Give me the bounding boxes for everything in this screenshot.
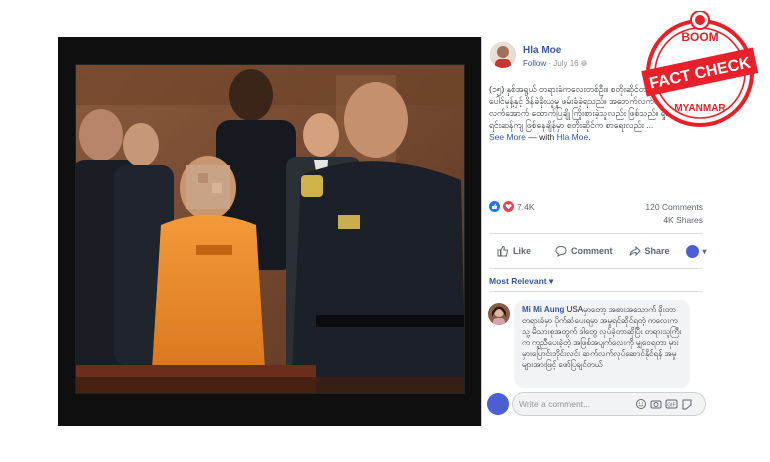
comment-button[interactable]: Comment	[555, 245, 613, 257]
sticker-icon[interactable]	[682, 399, 692, 410]
current-user-avatar	[487, 393, 509, 415]
comment-label: Comment	[571, 246, 613, 256]
boom-fact-check-logo: BOOM FACT CHECK MYANMAR	[637, 10, 763, 131]
globe-icon: 🌐︎	[580, 59, 588, 68]
commenter-avatar[interactable]	[488, 303, 510, 325]
like-button[interactable]: Like	[497, 245, 531, 257]
post-photo[interactable]	[75, 64, 465, 394]
action-bar: Like Comment Share ▾	[489, 238, 707, 264]
gif-icon[interactable]: GIF	[665, 399, 678, 409]
divider	[489, 233, 703, 234]
follow-link[interactable]: Follow	[523, 59, 546, 68]
with-text: — with	[525, 132, 557, 142]
like-reaction-icon	[489, 201, 500, 212]
shares-count[interactable]: 4K Shares	[645, 214, 703, 227]
like-label: Like	[513, 246, 532, 256]
comment-input[interactable]: Write a comment... GIF	[512, 392, 706, 416]
audience-selector[interactable]: ▾	[685, 244, 707, 258]
emoji-icon[interactable]	[636, 399, 646, 409]
share-button[interactable]: Share	[629, 245, 670, 257]
camera-icon[interactable]	[650, 400, 662, 409]
tagged-user-link[interactable]: Hla Moe.	[557, 132, 591, 142]
share-arrow-icon	[629, 245, 641, 257]
divider	[489, 268, 703, 269]
comment-bubble-icon	[555, 245, 567, 257]
post-meta: Follow · July 16 🌐︎	[523, 59, 587, 69]
comment-input-icons: GIF	[636, 399, 692, 410]
svg-text:GIF: GIF	[667, 403, 675, 409]
comment-author[interactable]: Mi Mi Aung	[522, 305, 564, 314]
reaction-count: 7.4K	[517, 201, 535, 212]
courtroom-photo	[76, 65, 464, 393]
comments-count[interactable]: 120 Comments	[645, 201, 703, 214]
person-icon	[490, 42, 516, 68]
chevron-down-icon: ▾	[702, 246, 707, 256]
share-label: Share	[644, 246, 670, 256]
engagement-counts: 120 Comments 4K Shares	[645, 201, 703, 227]
chevron-down-icon: ▾	[549, 276, 554, 286]
profile-avatar-icon	[685, 244, 699, 258]
stamp-bottom-text: MYANMAR	[674, 103, 726, 114]
comment-sort-dropdown[interactable]: Most Relevant ▾	[489, 276, 553, 287]
post-author[interactable]: Hla Moe	[523, 45, 561, 56]
comment-text: USAမှာတော့ အစားအသောက် ခိုးတာတရားခံမှာ ပိ…	[522, 305, 682, 369]
person-icon	[488, 303, 510, 325]
divider	[489, 291, 703, 292]
comment-bubble: Mi Mi Aung USAမှာတော့ အစားအသောက် ခိုးတာတ…	[514, 300, 690, 388]
post-date[interactable]: July 16	[553, 59, 578, 68]
sort-label: Most Relevant	[489, 276, 547, 286]
thumbs-up-icon	[497, 245, 509, 257]
post-stats: 7.4K 120 Comments 4K Shares	[489, 201, 703, 229]
love-reaction-icon	[503, 201, 514, 212]
author-avatar[interactable]	[490, 42, 516, 68]
reaction-summary[interactable]: 7.4K	[489, 201, 535, 212]
comment-input-placeholder: Write a comment...	[519, 399, 591, 409]
stamp-top-text: BOOM	[681, 30, 718, 44]
